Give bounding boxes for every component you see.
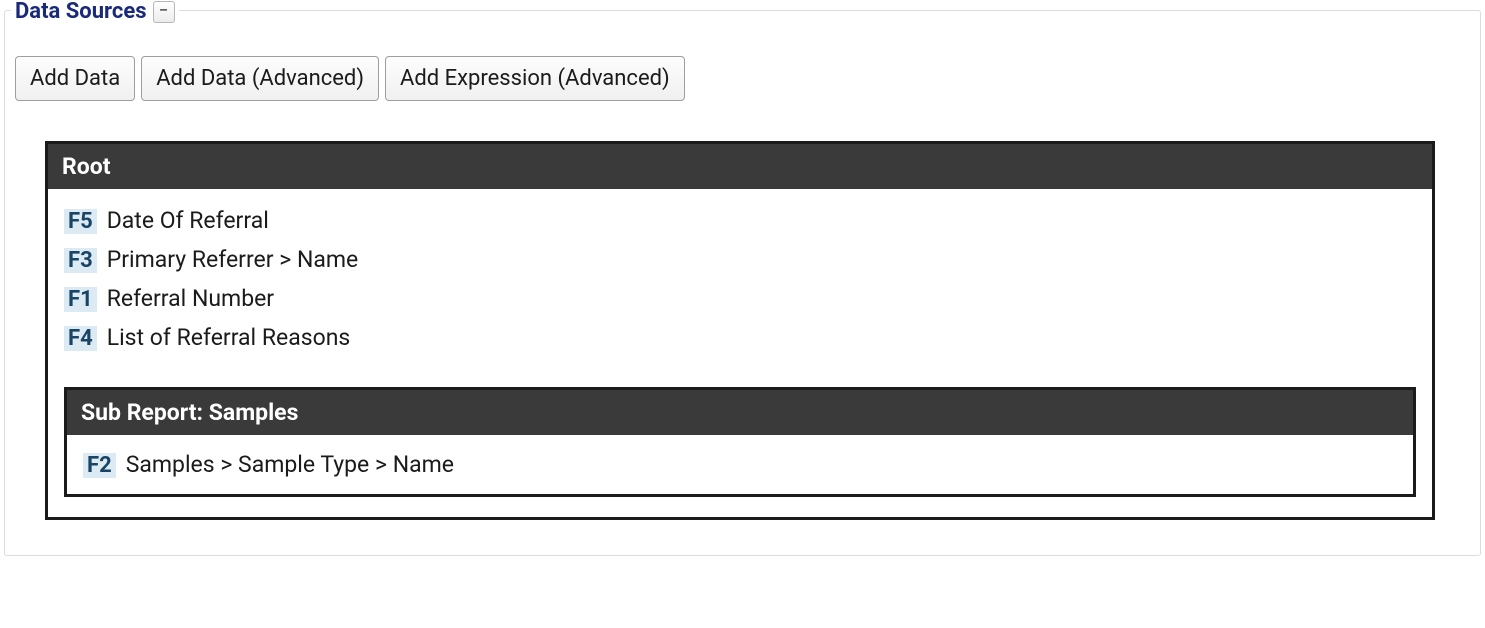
field-tag: F4 — [64, 326, 97, 351]
field-label: Primary Referrer > Name — [107, 246, 359, 273]
field-row[interactable]: F3 Primary Referrer > Name — [64, 240, 1416, 279]
field-tag: F2 — [83, 453, 116, 478]
field-label: Samples > Sample Type > Name — [126, 451, 454, 478]
toolbar: Add Data Add Data (Advanced) Add Express… — [15, 56, 1470, 101]
field-tag: F3 — [64, 248, 97, 273]
add-expression-advanced-button[interactable]: Add Expression (Advanced) — [385, 56, 685, 101]
sub-report-header: Sub Report: Samples — [67, 390, 1413, 435]
field-row[interactable]: F2 Samples > Sample Type > Name — [83, 445, 1397, 484]
add-data-button[interactable]: Add Data — [15, 56, 135, 101]
field-tag: F1 — [64, 287, 97, 312]
field-row[interactable]: F1 Referral Number — [64, 279, 1416, 318]
root-panel: Root F5 Date Of Referral F3 Primary Refe… — [45, 141, 1435, 520]
data-sources-section: Data Sources − Add Data Add Data (Advanc… — [4, 10, 1481, 556]
root-panel-header: Root — [48, 144, 1432, 189]
field-tag: F5 — [64, 209, 97, 234]
root-panel-body: F5 Date Of Referral F3 Primary Referrer … — [48, 189, 1432, 517]
add-data-advanced-button[interactable]: Add Data (Advanced) — [141, 56, 379, 101]
field-row[interactable]: F4 List of Referral Reasons — [64, 318, 1416, 357]
section-legend: Data Sources − — [11, 0, 179, 24]
section-title: Data Sources — [15, 0, 147, 24]
field-row[interactable]: F5 Date Of Referral — [64, 201, 1416, 240]
field-label: List of Referral Reasons — [107, 324, 351, 351]
collapse-icon[interactable]: − — [153, 1, 175, 23]
sub-report-panel: Sub Report: Samples F2 Samples > Sample … — [64, 387, 1416, 497]
sub-report-body: F2 Samples > Sample Type > Name — [67, 435, 1413, 494]
field-label: Referral Number — [107, 285, 274, 312]
field-label: Date Of Referral — [107, 207, 269, 234]
